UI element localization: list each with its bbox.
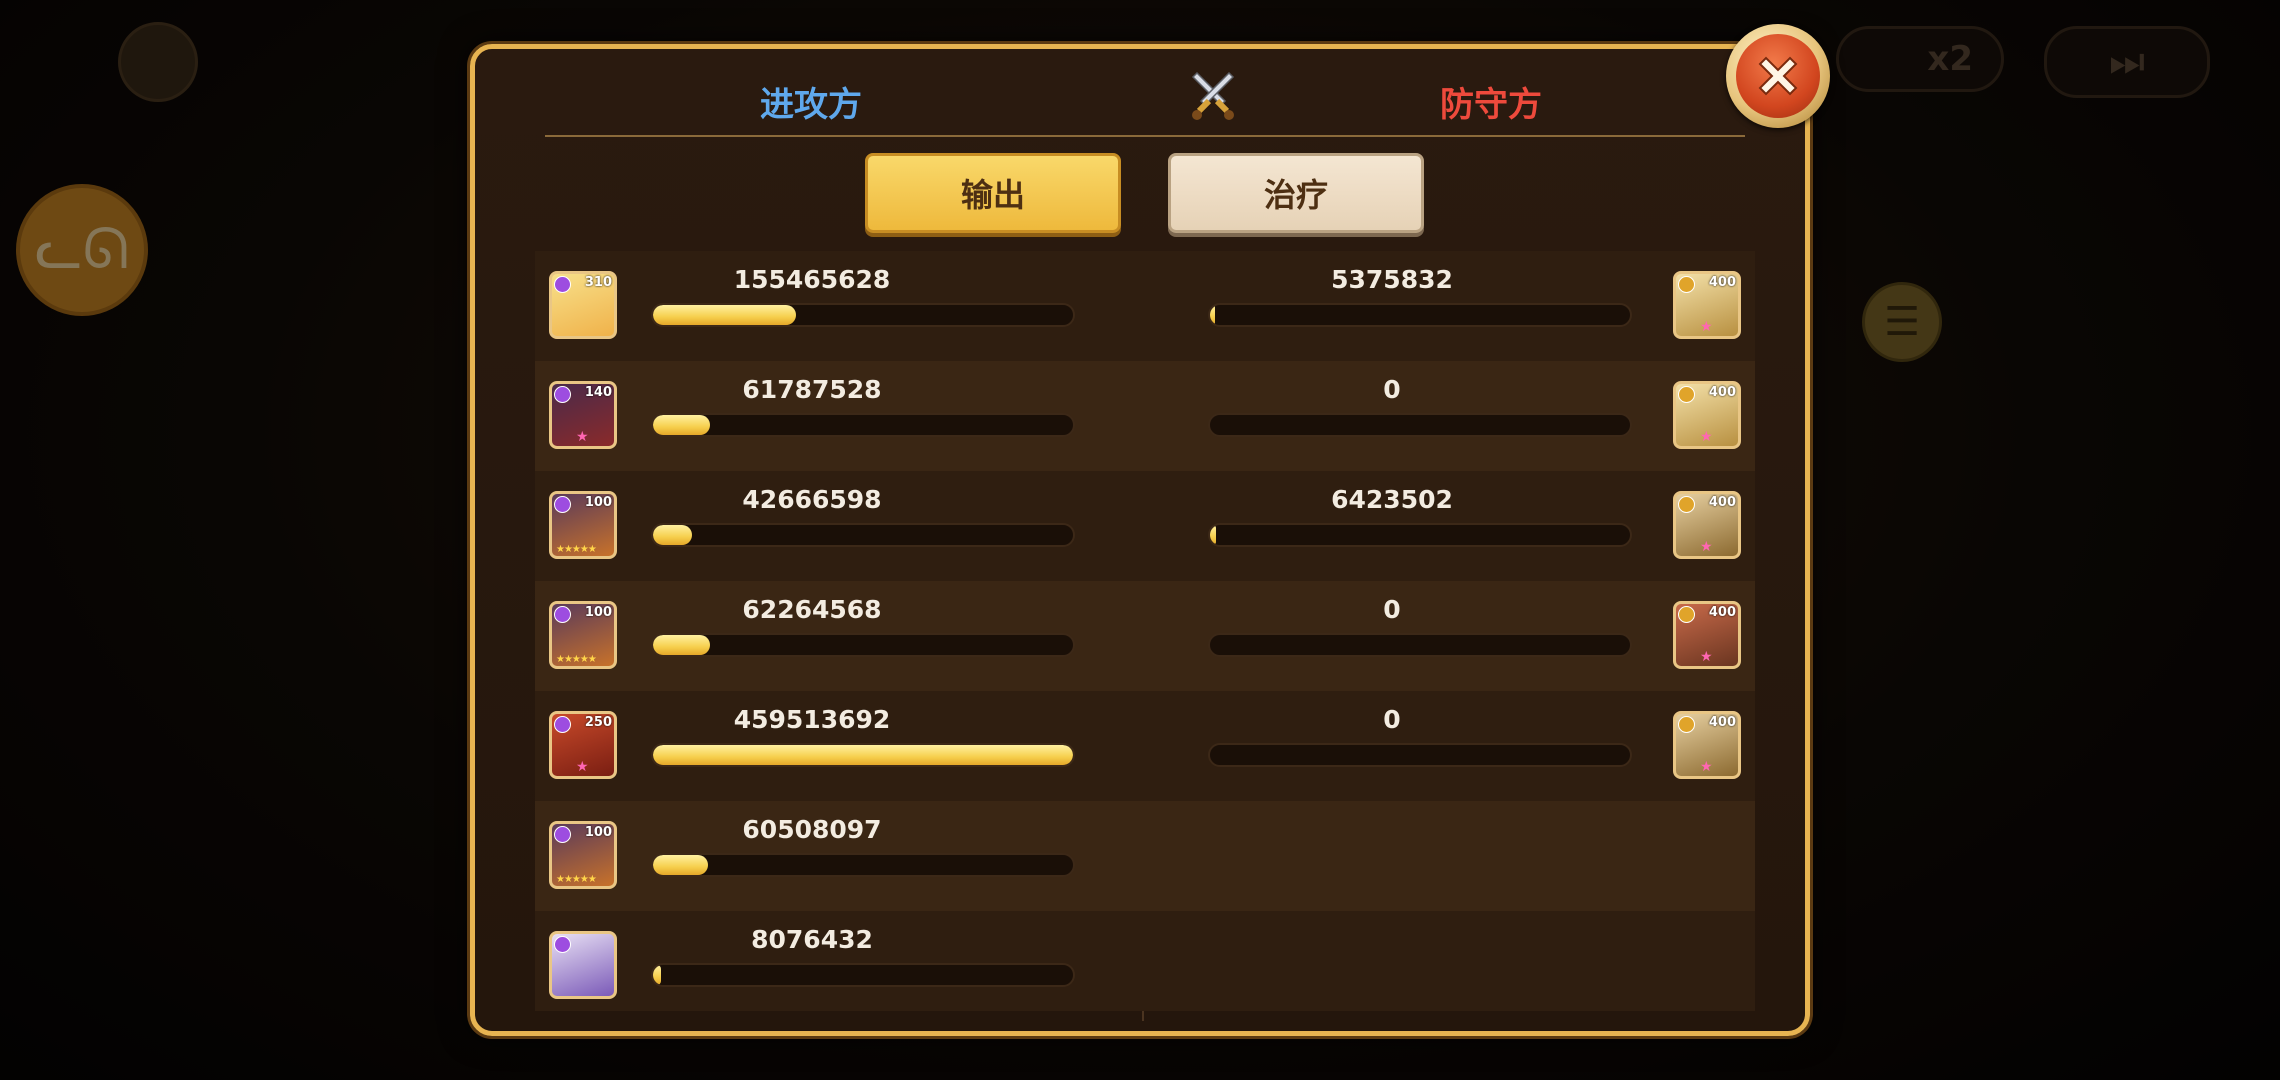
attacker-damage-fill — [653, 635, 711, 655]
attacker-avatar[interactable]: 100 ★★★★★ — [549, 601, 617, 669]
defender-avatar[interactable]: 400 ★ — [1673, 271, 1741, 339]
attacker-title: 进攻方 — [760, 85, 862, 125]
defender-damage-value: 0 — [1383, 595, 1401, 624]
pink-star-icon: ★ — [576, 429, 589, 445]
stat-row: 100 ★★★★★ 42666598 6423502 400 ★ — [535, 471, 1755, 581]
pink-star-icon: ★ — [1700, 319, 1713, 335]
close-icon — [1736, 34, 1820, 118]
hero-level: 400 — [1708, 385, 1736, 400]
tab-heal-label: 治疗 — [1263, 176, 1328, 214]
pink-star-icon: ★ — [1700, 759, 1713, 775]
defender-damage-fill — [1210, 305, 1216, 325]
gold-rank-icon — [1678, 386, 1695, 403]
attacker-damage-bar — [651, 633, 1075, 657]
gold-rank-icon — [1678, 716, 1695, 733]
crossed-swords-icon — [1191, 71, 1235, 120]
attacker-avatar[interactable]: 140 ★ — [549, 381, 617, 449]
gold-rank-icon — [1678, 496, 1695, 513]
hero-level: 100 — [584, 495, 612, 510]
stats-list: 310 155465628 5375832 400 ★ 140 ★ 61787528 0 400 ★… — [535, 251, 1755, 1021]
attacker-avatar[interactable]: 100 ★★★★★ — [549, 821, 617, 889]
attacker-avatar[interactable]: 250 ★ — [549, 711, 617, 779]
attacker-damage-bar — [651, 303, 1075, 327]
attacker-damage-bar — [651, 963, 1075, 987]
attacker-damage-value: 60508097 — [742, 815, 882, 844]
attacker-damage-fill — [653, 745, 1073, 765]
purple-rank-icon — [554, 936, 571, 953]
tab-heal[interactable]: 治疗 — [1168, 153, 1424, 233]
attacker-avatar[interactable]: 310 — [549, 271, 617, 339]
gold-rank-icon — [1678, 606, 1695, 623]
hero-level: 400 — [1708, 605, 1736, 620]
defender-avatar[interactable]: 400 ★ — [1673, 491, 1741, 559]
attacker-damage-fill — [653, 855, 709, 875]
attacker-damage-bar — [651, 743, 1075, 767]
pink-star-icon: ★ — [1700, 539, 1713, 555]
purple-rank-icon — [554, 496, 571, 513]
defender-avatar[interactable]: 400 ★ — [1673, 601, 1741, 669]
defender-damage-fill — [1210, 525, 1216, 545]
defender-damage-value: 6423502 — [1331, 485, 1453, 514]
attacker-damage-bar — [651, 523, 1075, 547]
hero-level: 100 — [584, 825, 612, 840]
attacker-damage-value: 155465628 — [733, 265, 891, 294]
stat-row: 140 ★ 61787528 0 400 ★ — [535, 361, 1755, 471]
purple-rank-icon — [554, 276, 571, 293]
hero-level: 400 — [1708, 715, 1736, 730]
attacker-damage-value: 459513692 — [733, 705, 891, 734]
attacker-damage-fill — [653, 525, 693, 545]
star-rating: ★★★★★ — [556, 654, 597, 665]
defender-avatar[interactable]: 400 ★ — [1673, 381, 1741, 449]
defender-damage-bar — [1208, 413, 1632, 437]
attacker-damage-value: 61787528 — [742, 375, 882, 404]
hero-level: 250 — [584, 715, 612, 730]
defender-avatar[interactable]: 400 ★ — [1673, 711, 1741, 779]
defender-damage-bar — [1208, 743, 1632, 767]
attacker-damage-bar — [651, 413, 1075, 437]
panel-header: 进攻方 防守方 — [545, 49, 1745, 137]
attacker-damage-value: 8076432 — [751, 925, 873, 954]
attacker-damage-value: 42666598 — [742, 485, 882, 514]
star-rating: ★★★★★ — [556, 544, 597, 555]
stat-row: 310 155465628 5375832 400 ★ — [535, 251, 1755, 361]
tab-output-label: 输出 — [960, 176, 1025, 214]
defender-damage-value: 5375832 — [1331, 265, 1453, 294]
attacker-avatar[interactable]: 100 ★★★★★ — [549, 491, 617, 559]
attacker-damage-bar — [651, 853, 1075, 877]
hero-level: 140 — [584, 385, 612, 400]
attacker-damage-fill — [653, 305, 796, 325]
stat-row: 100 ★★★★★ 62264568 0 400 ★ — [535, 581, 1755, 691]
hero-level: 100 — [584, 605, 612, 620]
hero-level: 400 — [1708, 275, 1736, 290]
pink-star-icon: ★ — [1700, 429, 1713, 445]
hero-level: 310 — [584, 275, 612, 290]
pink-star-icon: ★ — [576, 759, 589, 775]
stat-row: 8076432 — [535, 911, 1755, 1011]
battle-stats-panel: 进攻方 防守方 输出 治疗 310 155465628 5375832 400 ★ 140… — [470, 44, 1810, 1036]
defender-damage-bar — [1208, 523, 1632, 547]
attacker-damage-fill — [653, 965, 661, 985]
defender-title: 防守方 — [1440, 85, 1542, 125]
hero-level: 400 — [1708, 495, 1736, 510]
attacker-damage-fill — [653, 415, 710, 435]
purple-rank-icon — [554, 386, 571, 403]
gold-rank-icon — [1678, 276, 1695, 293]
stat-row: 250 ★ 459513692 0 400 ★ — [535, 691, 1755, 801]
purple-rank-icon — [554, 716, 571, 733]
tab-output[interactable]: 输出 — [865, 153, 1121, 233]
defender-damage-bar — [1208, 303, 1632, 327]
star-rating: ★★★★★ — [556, 874, 597, 885]
attacker-damage-value: 62264568 — [742, 595, 882, 624]
close-button[interactable] — [1726, 24, 1830, 128]
stat-row: 100 ★★★★★ 60508097 — [535, 801, 1755, 911]
attacker-avatar[interactable] — [549, 931, 617, 999]
purple-rank-icon — [554, 826, 571, 843]
defender-damage-bar — [1208, 633, 1632, 657]
defender-damage-value: 0 — [1383, 375, 1401, 404]
pink-star-icon: ★ — [1700, 649, 1713, 665]
defender-damage-value: 0 — [1383, 705, 1401, 734]
purple-rank-icon — [554, 606, 571, 623]
